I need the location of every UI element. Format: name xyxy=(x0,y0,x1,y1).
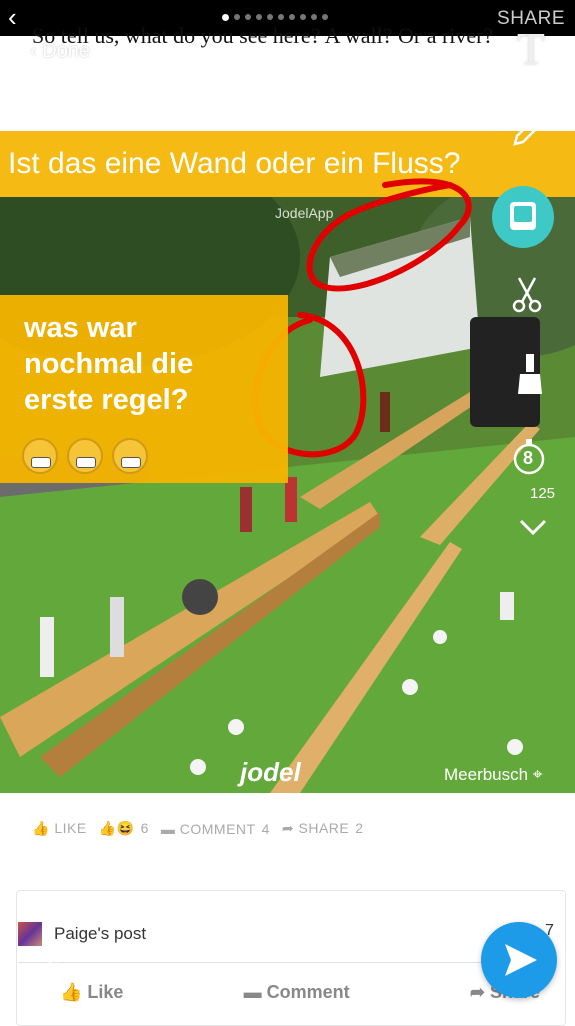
location-name: Meerbusch xyxy=(444,765,529,784)
sticker-line: erste regel? xyxy=(24,384,189,416)
text-sticker-content: was war nochmal die erste regel? xyxy=(24,310,193,418)
post-actions: 👍 LIKE 👍😆 6 ▬ COMMENT 4 ➦ SHARE 2 xyxy=(32,820,364,837)
annotation-circle-wall xyxy=(306,178,472,292)
timer-count: 125 xyxy=(530,485,556,502)
paintbrush-icon[interactable] xyxy=(515,352,545,403)
facebook-actions: 👍 Like ▬ Comment ➦ Share xyxy=(60,982,540,1003)
sticker-tool-button[interactable] xyxy=(492,186,554,248)
emoji-row xyxy=(22,438,148,474)
reactions-count: 6 xyxy=(140,820,149,836)
annotation-layer xyxy=(252,178,472,458)
grimacing-face-icon xyxy=(112,438,148,474)
sticker-line: nochmal die xyxy=(24,348,194,380)
comment-icon: ▬ xyxy=(243,982,267,1002)
upload-icon[interactable] xyxy=(30,950,70,994)
thumbs-up-icon: 👍 xyxy=(32,820,50,836)
comment-icon: ▬ xyxy=(160,820,176,837)
post-header: Paige's post xyxy=(18,922,146,946)
sticker-icon xyxy=(510,202,536,230)
share-label: SHARE xyxy=(298,820,350,836)
pencil-icon[interactable] xyxy=(507,112,547,157)
reaction-icons: 👍😆 xyxy=(98,820,135,836)
share-post-button[interactable]: ➦ SHARE 2 xyxy=(282,820,364,837)
chevron-down-icon[interactable] xyxy=(517,515,549,544)
reactions-summary[interactable]: 👍😆 6 xyxy=(99,820,149,837)
jodel-logo: jodel xyxy=(240,757,301,787)
post-title[interactable]: Paige's post xyxy=(54,924,146,944)
sticker-line: was war xyxy=(24,312,137,344)
comment-button[interactable]: ▬ COMMENT 4 xyxy=(161,821,270,837)
divider xyxy=(18,962,548,963)
send-arrow-icon xyxy=(505,944,537,976)
share-arrow-icon: ➦ xyxy=(281,820,295,836)
grimacing-face-icon xyxy=(22,438,58,474)
like-button[interactable]: 👍 LIKE xyxy=(32,820,87,837)
avatar xyxy=(18,922,42,946)
comment-count: 4 xyxy=(261,820,270,837)
scissors-icon[interactable] xyxy=(509,274,545,319)
share-count: 2 xyxy=(355,820,364,836)
map-pin-icon: ⌖ xyxy=(532,765,543,784)
comment-label: COMMENT xyxy=(179,820,256,837)
timer-button[interactable]: 8 xyxy=(509,436,549,481)
grimacing-face-icon xyxy=(67,438,103,474)
fb-comment-button[interactable]: ▬ Comment xyxy=(244,982,350,1003)
like-label: LIKE xyxy=(54,820,87,836)
send-button[interactable] xyxy=(481,922,557,998)
timer-value: 8 xyxy=(523,448,534,468)
location-label: Meerbusch ⌖ xyxy=(444,765,542,785)
